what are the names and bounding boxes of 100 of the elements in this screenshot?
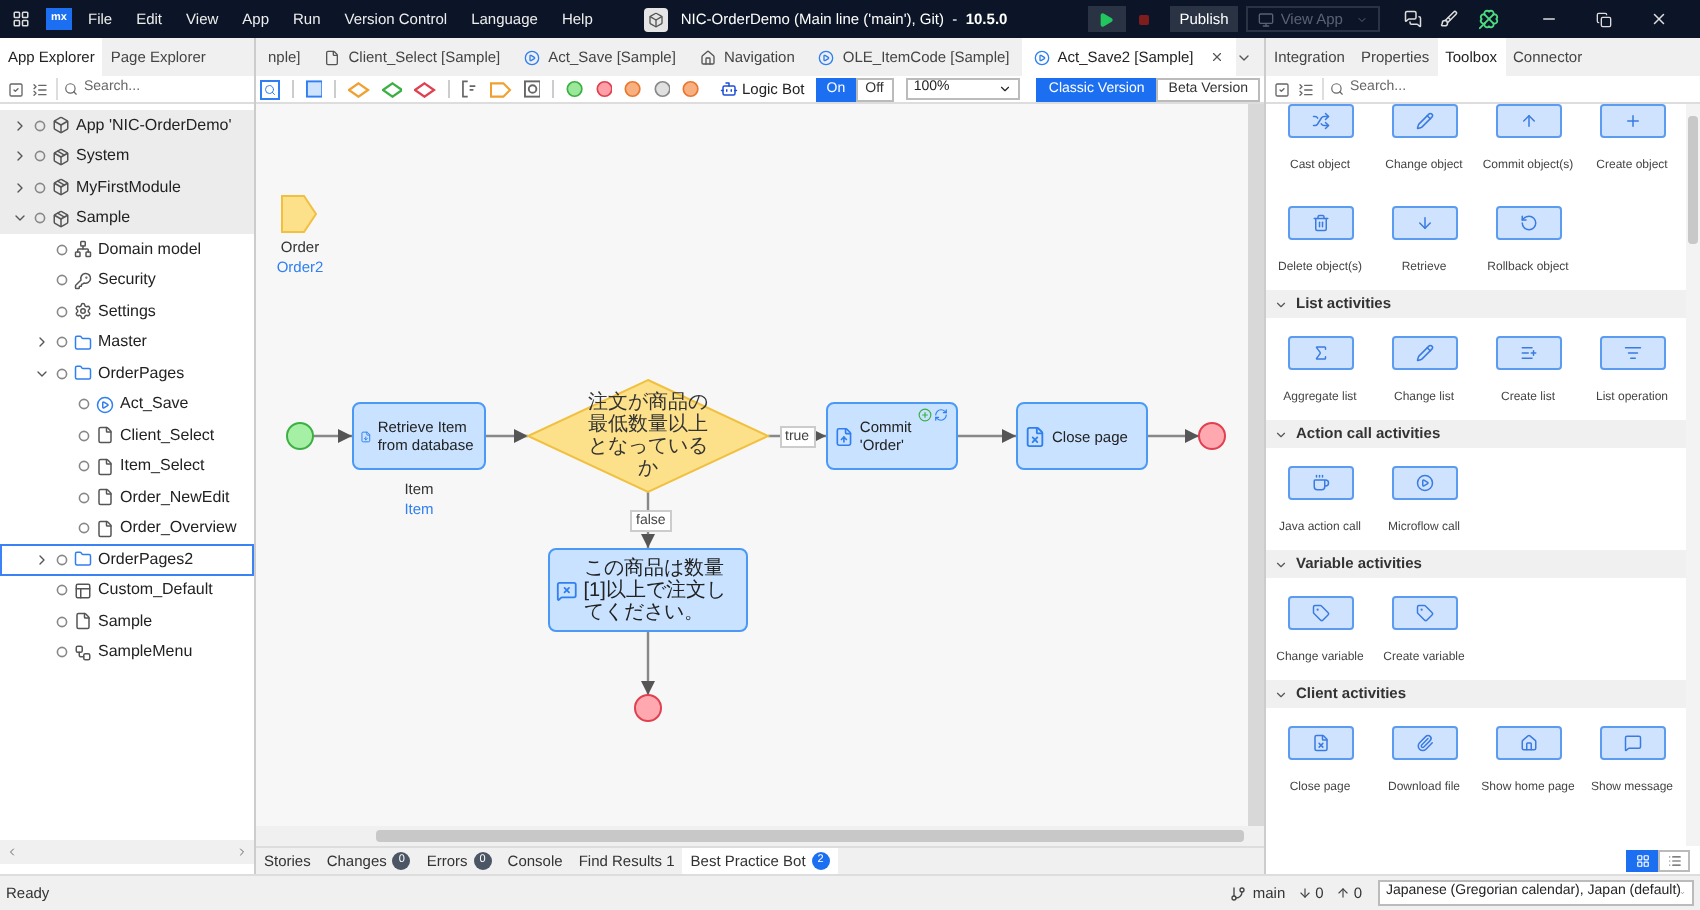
toolbox-tile[interactable] xyxy=(1495,726,1561,760)
sigma-icon xyxy=(1311,344,1329,362)
toolbox-tile[interactable] xyxy=(1391,336,1457,370)
expand-icon[interactable] xyxy=(32,81,48,97)
list-filter-icon xyxy=(1623,344,1641,362)
toolbox-tile[interactable] xyxy=(1391,726,1457,760)
tree-label: Settings xyxy=(98,299,156,324)
diamond-icon[interactable] xyxy=(348,81,370,97)
tree-label: Sample xyxy=(76,206,131,231)
restore-icon[interactable] xyxy=(1596,11,1613,27)
toolbox-tile[interactable] xyxy=(1391,466,1457,500)
package-icon xyxy=(52,209,70,228)
toolbox-tile[interactable] xyxy=(1287,466,1353,500)
square-icon[interactable] xyxy=(305,80,323,98)
chevron-down-icon[interactable] xyxy=(1274,427,1288,441)
select-tool-icon[interactable] xyxy=(260,79,280,99)
tree-item[interactable]: Act_Save xyxy=(0,389,254,420)
toolbox-tile[interactable] xyxy=(1391,104,1457,138)
toolbox-tile[interactable] xyxy=(1391,596,1457,630)
tree-item[interactable]: App 'NIC-OrderDemo' xyxy=(0,110,254,141)
network-icon xyxy=(74,240,92,259)
tree-item[interactable]: Settings xyxy=(0,296,254,327)
flow-arrow xyxy=(486,429,528,443)
grid-view-button[interactable] xyxy=(1626,849,1658,871)
toolbox-tile[interactable] xyxy=(1495,336,1561,370)
tree-item[interactable]: MyFirstModule xyxy=(0,172,254,203)
scroll-left-icon[interactable] xyxy=(6,846,18,858)
toolbox-tile[interactable] xyxy=(1287,104,1353,138)
diamond-icon[interactable] xyxy=(414,81,436,97)
circle-icon[interactable] xyxy=(653,80,671,98)
circle-icon[interactable] xyxy=(682,80,700,98)
tree-item[interactable]: Sample xyxy=(0,203,254,234)
cube-icon xyxy=(648,11,665,27)
bot-icon xyxy=(720,80,738,98)
tree-item[interactable]: SampleMenu xyxy=(0,637,254,668)
circle-icon[interactable] xyxy=(595,80,613,98)
toolbox-tile[interactable] xyxy=(1599,726,1665,760)
tree-item[interactable]: System xyxy=(0,141,254,172)
chevron-down-icon[interactable] xyxy=(1274,557,1288,571)
tree-item[interactable]: Item_Select xyxy=(0,451,254,482)
chevron-down-icon[interactable] xyxy=(1274,297,1288,311)
diamond-icon[interactable] xyxy=(381,81,403,97)
activity-node[interactable]: この商品は数量[1]以上で注文してください。 xyxy=(548,548,748,632)
tree-item[interactable]: Custom_Default xyxy=(0,575,254,606)
toolbox-tile[interactable] xyxy=(1287,596,1353,630)
search-icon xyxy=(1330,82,1344,96)
tree-item[interactable]: OrderPages xyxy=(0,358,254,389)
tree-label: Custom_Default xyxy=(98,578,213,603)
status-circle-icon xyxy=(78,460,90,473)
tree-item[interactable]: Master xyxy=(0,327,254,358)
annotation-icon[interactable] xyxy=(461,80,479,98)
circle-icon[interactable] xyxy=(624,80,642,98)
toolbox-tile[interactable] xyxy=(1495,104,1561,138)
scroll-right-icon[interactable] xyxy=(236,846,248,858)
toolbox-tile[interactable] xyxy=(1287,726,1353,760)
arrow-down-icon xyxy=(1415,214,1433,232)
tree-item[interactable]: Domain model xyxy=(0,234,254,265)
grid-icon xyxy=(1635,853,1649,867)
circle-icon[interactable] xyxy=(566,80,584,98)
loop-icon[interactable] xyxy=(523,80,541,98)
file-up-icon xyxy=(834,425,854,447)
branch-icon xyxy=(1230,885,1247,901)
tree-label: SampleMenu xyxy=(98,640,193,665)
status-circle-icon xyxy=(78,398,90,411)
status-circle-icon xyxy=(56,367,68,380)
toolbox-tile[interactable] xyxy=(1287,206,1353,240)
tree-item[interactable]: Security xyxy=(0,265,254,296)
arrow-up-icon xyxy=(1335,886,1350,900)
file-x-icon xyxy=(1311,734,1329,752)
file-down-icon xyxy=(360,425,372,447)
run-button[interactable] xyxy=(1087,6,1126,32)
toolbox-tile[interactable] xyxy=(1391,206,1457,240)
chat-icon[interactable] xyxy=(1404,10,1423,28)
collapse-icon[interactable] xyxy=(8,81,24,97)
status-circle-icon xyxy=(34,119,46,132)
toolbox-tile[interactable] xyxy=(1599,336,1665,370)
brush-icon[interactable] xyxy=(1440,10,1459,28)
stop-icon xyxy=(1138,13,1151,25)
tree-item[interactable]: Client_Select xyxy=(0,420,254,451)
expand-icon[interactable] xyxy=(1298,81,1314,97)
tree-item[interactable]: Order_NewEdit xyxy=(0,482,254,513)
tree-item[interactable]: OrderPages2 xyxy=(0,544,254,575)
tag-icon xyxy=(1311,604,1329,622)
app-grid-icon[interactable] xyxy=(12,10,30,28)
toolbox-tile[interactable] xyxy=(1599,104,1665,138)
status-circle-icon xyxy=(56,243,68,256)
tree-item[interactable]: Order_Overview xyxy=(0,513,254,544)
close-icon[interactable] xyxy=(1650,10,1669,28)
toolbox-tile[interactable] xyxy=(1287,336,1353,370)
close-icon[interactable] xyxy=(1209,50,1224,64)
chevron-down-icon[interactable] xyxy=(1274,687,1288,701)
search-icon xyxy=(64,82,78,96)
tree-label: Act_Save xyxy=(120,392,189,417)
clover-icon[interactable] xyxy=(1478,8,1501,30)
tree-item[interactable]: Sample xyxy=(0,606,254,637)
collapse-icon[interactable] xyxy=(1274,81,1290,97)
parameter-icon[interactable] xyxy=(490,81,512,97)
toolbox-tile[interactable] xyxy=(1495,206,1561,240)
shuffle-icon xyxy=(1311,112,1329,130)
list-view-button[interactable] xyxy=(1658,849,1690,871)
